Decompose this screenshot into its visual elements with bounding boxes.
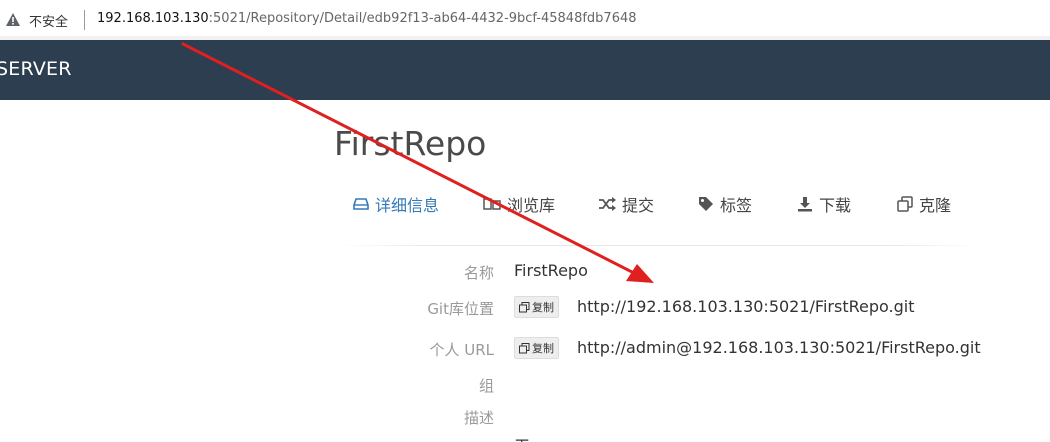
personal-url-value[interactable]: http://admin@192.168.103.130:5021/FirstR… <box>577 338 981 357</box>
copy-icon <box>519 301 530 312</box>
cutoff-value: 无 <box>514 433 530 442</box>
detail-row-group: 组 <box>0 374 1050 400</box>
url-text[interactable]: 192.168.103.130:5021/Repository/Detail/e… <box>97 11 637 26</box>
tag-icon <box>699 197 713 211</box>
detail-row-name: 名称 FirstRepo <box>0 260 1050 286</box>
copy-label: 复制 <box>532 301 554 314</box>
tab-commits[interactable]: 提交 <box>598 190 654 218</box>
tab-clone[interactable]: 克隆 <box>897 190 951 218</box>
security-label[interactable]: 不安全 <box>29 11 68 30</box>
download-icon <box>798 197 812 212</box>
warning-icon[interactable] <box>5 12 21 28</box>
name-label: 名称 <box>463 264 494 282</box>
tab-label: 标签 <box>720 196 753 215</box>
group-label: 组 <box>478 377 494 395</box>
git-location-label: Git库位置 <box>427 300 494 318</box>
copy-icon <box>519 342 530 353</box>
tab-download[interactable]: 下载 <box>797 190 851 218</box>
shuffle-icon <box>599 197 616 211</box>
copy-personal-url-button[interactable]: 复制 <box>514 337 559 359</box>
copy-label: 复制 <box>532 342 554 355</box>
clone-icon <box>897 196 913 212</box>
tab-browse[interactable]: 浏览库 <box>483 190 555 218</box>
address-bar[interactable]: 不安全 192.168.103.130:5021/Repository/Deta… <box>0 0 1050 40</box>
tab-label: 提交 <box>622 196 655 215</box>
tab-details[interactable]: 详细信息 <box>353 190 439 218</box>
tab-label: 克隆 <box>919 196 952 215</box>
personal-url-label: 个人 URL <box>429 341 494 359</box>
git-url-value[interactable]: http://192.168.103.130:5021/FirstRepo.gi… <box>577 297 914 316</box>
page-title: FirstRepo <box>334 124 487 163</box>
brand-text[interactable]: SERVER <box>0 58 72 80</box>
detail-row-personal-url: 个人 URL 复制 http://admin@192.168.103.130:5… <box>0 336 1050 362</box>
divider <box>340 245 980 246</box>
tab-label: 浏览库 <box>507 196 556 215</box>
detail-row-cutoff: 无 <box>0 432 1050 442</box>
copy-git-url-button[interactable]: 复制 <box>514 296 559 318</box>
tab-label: 详细信息 <box>375 196 440 215</box>
divider <box>84 10 85 30</box>
navbar: SERVER <box>0 40 1050 100</box>
url-path: :5021/Repository/Detail/edb92f13-ab64-44… <box>208 11 637 26</box>
url-host: 192.168.103.130 <box>97 11 209 26</box>
detail-row-git-location: Git库位置 复制 http://192.168.103.130:5021/Fi… <box>0 295 1050 321</box>
tab-label: 下载 <box>819 196 852 215</box>
description-label: 描述 <box>463 409 494 427</box>
drive-icon <box>353 198 369 210</box>
name-value: FirstRepo <box>514 261 588 280</box>
tab-tags[interactable]: 标签 <box>698 190 752 218</box>
detail-row-description: 描述 <box>0 406 1050 432</box>
repo-tabs: 详细信息 浏览库 提交 标签 下载 克隆 <box>0 190 1050 220</box>
browse-icon <box>483 198 501 210</box>
